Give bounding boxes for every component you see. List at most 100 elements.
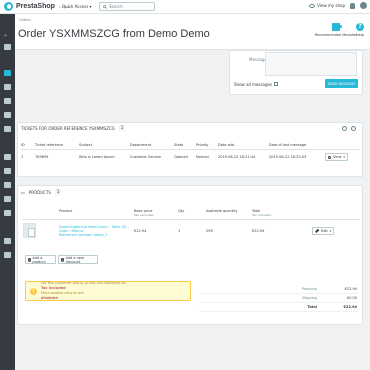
totals-row-products: Products €22.94: [199, 285, 359, 294]
table-row[interactable]: Hummingbird printed t-shirt - Taille (S)…: [22, 220, 360, 242]
totals-row-grand: Total €22.94: [199, 302, 359, 312]
ticket-date-add: 2019-08-22 18:21:44: [218, 155, 256, 159]
products-table-wrap: Product Base price Tax excluded Qty Avail…: [22, 207, 360, 241]
add-product-button[interactable]: + Add a product: [25, 255, 56, 264]
sidebar-item-dashboard[interactable]: [4, 44, 11, 50]
sidebar-item-orders[interactable]: [4, 70, 11, 76]
plus-icon: +: [61, 257, 65, 262]
ticket-priority: Normal: [196, 155, 209, 159]
totals-row-shipping: Shipping €0.00: [199, 293, 359, 303]
breadcrumb[interactable]: Orders: [19, 18, 31, 22]
help-icon: ?: [356, 23, 364, 31]
order-totals: Products €22.94 Shipping €0.00 Total €22…: [199, 285, 359, 312]
page-header: Orders Order YSXMMSZCG from Demo Demo Re…: [15, 14, 370, 50]
product-base-price: €22.94: [134, 228, 147, 233]
search-icon: [103, 4, 107, 9]
products-title: ▭ PRODUCTS 1: [21, 189, 62, 195]
tickets-title: TICKETS FOR ORDER REFERENCE YSXMMSZCG 1: [21, 125, 126, 131]
warning-icon: !: [30, 287, 37, 295]
ticket-department: Customer Service: [130, 155, 162, 159]
alert-line1-value: Tax included: [41, 286, 66, 290]
message-textarea[interactable]: [265, 52, 357, 76]
sidebar-item-design[interactable]: [4, 168, 11, 174]
col-date-add: Date add: [217, 141, 268, 150]
show-all-messages-label: Show all messages: [234, 81, 273, 87]
sidebar-item-payment[interactable]: [4, 196, 11, 202]
product-name[interactable]: Hummingbird printed t-shirt - Taille (S)…: [58, 220, 133, 242]
ticket-subject: Who is Lorem Ipsum: [79, 155, 115, 159]
product-thumbnail[interactable]: [23, 223, 36, 238]
alert-line2-value: disabled: [41, 296, 58, 300]
search-box[interactable]: Search: [99, 2, 155, 11]
col-actions: [324, 141, 360, 150]
refresh-icon[interactable]: [342, 126, 347, 131]
view-label: View: [333, 155, 342, 159]
col-product: Product: [58, 207, 133, 220]
shipping-label: Shipping: [199, 293, 319, 303]
view-shop-link[interactable]: View my shop: [309, 3, 345, 8]
puzzle-icon: [331, 23, 342, 31]
sidebar-item-stats[interactable]: [4, 126, 11, 132]
ticket-reference: 783899: [35, 155, 49, 159]
sidebar-nav: »: [0, 14, 15, 370]
settings-icon[interactable]: [351, 126, 356, 131]
products-total-label: Products: [199, 285, 319, 294]
tickets-count-badge: 1: [118, 125, 126, 131]
help-button[interactable]: ? Help: [356, 23, 364, 37]
grand-total-label: Total: [199, 302, 319, 312]
tickets-header-row: ID Ticket reference Subject Department S…: [20, 141, 360, 150]
send-message-button[interactable]: SEND MESSAGE: [325, 79, 358, 88]
notifications-icon[interactable]: [350, 2, 355, 9]
chevron-down-icon[interactable]: ▾: [330, 229, 332, 233]
show-all-messages-link[interactable]: Show all messages: [234, 80, 279, 88]
sidebar-item-customers[interactable]: [4, 98, 11, 104]
col-subject: Subject: [78, 141, 129, 150]
tickets-table-wrap: ID Ticket reference Subject Department S…: [20, 141, 360, 164]
sidebar-item-catalog[interactable]: [4, 84, 11, 90]
product-available: 299: [206, 228, 213, 233]
top-header: PrestaShop 1.7.6.1 Quick Access ▾ Search…: [0, 0, 370, 14]
products-total-value: €22.94: [319, 285, 359, 294]
sidebar-item-international[interactable]: [4, 210, 11, 216]
product-qty: 1: [178, 228, 181, 233]
products-title-text: PRODUCTS: [28, 189, 51, 195]
view-icon: [328, 155, 331, 159]
message-label: Message: [249, 57, 267, 62]
cart-icon: ▭: [21, 189, 25, 195]
recommended-modules-button[interactable]: Recommended Modules: [315, 23, 357, 37]
table-row[interactable]: 1 783899 Who is Lorem Ipsum Customer Ser…: [20, 150, 360, 165]
col-priority: Priority: [195, 141, 217, 150]
view-ticket-button[interactable]: View ▾: [325, 153, 348, 161]
col-total: Total Tax included: [251, 207, 311, 220]
products-header-row: Product Base price Tax excluded Qty Avail…: [22, 207, 360, 220]
products-table: Product Base price Tax excluded Qty Avail…: [22, 207, 360, 241]
eye-icon: [309, 4, 316, 8]
sidebar-item-customer-service[interactable]: [4, 112, 11, 118]
edit-product-button[interactable]: Edit ▾: [312, 226, 335, 235]
col-ticket-reference: Ticket reference: [34, 141, 78, 150]
add-discount-button[interactable]: + Add a new discount: [58, 255, 98, 264]
prestashop-logo[interactable]: PrestaShop 1.7.6.1: [4, 2, 69, 11]
product-total: €22.94: [252, 228, 265, 233]
sidebar-item-modules[interactable]: [4, 154, 11, 160]
pencil-icon: [315, 228, 319, 233]
quick-access-menu[interactable]: Quick Access ▾: [62, 4, 92, 9]
sidebar-item-shipping[interactable]: [4, 182, 11, 188]
employee-avatar-icon[interactable]: [360, 2, 367, 9]
tickets-title-text: TICKETS FOR ORDER REFERENCE YSXMMSZCG: [21, 125, 115, 131]
plus-icon: +: [28, 257, 32, 262]
add-discount-label: Add a new discount: [65, 255, 84, 264]
sidebar-collapse-icon[interactable]: »: [4, 34, 11, 39]
add-product-label: Add a product: [32, 255, 46, 264]
col-state: State: [173, 141, 195, 150]
external-link-icon: [274, 82, 279, 86]
ticket-state: Opened: [174, 155, 188, 159]
ticket-date-last: 2019-08-22 18:25:03: [269, 155, 307, 159]
sidebar-item-shop-parameters[interactable]: [4, 238, 11, 244]
col-qty: Qty: [177, 207, 205, 220]
sidebar-item-advanced-parameters[interactable]: [4, 252, 11, 258]
edit-label: Edit: [321, 228, 328, 233]
chevron-down-icon[interactable]: ▾: [343, 155, 345, 159]
shipping-value: €0.00: [319, 293, 359, 303]
logo-icon: [4, 2, 13, 11]
